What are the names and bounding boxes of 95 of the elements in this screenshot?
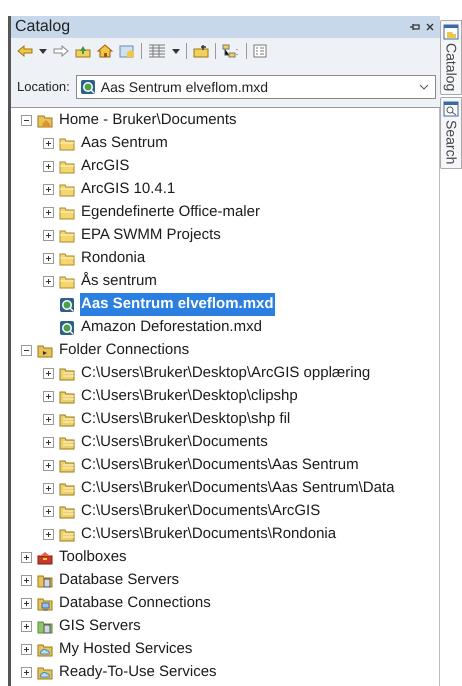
toolbox-icon (37, 550, 53, 566)
folder-icon (59, 204, 75, 220)
expand-icon[interactable] (43, 460, 54, 471)
folder-icon (59, 158, 75, 174)
expand-icon[interactable] (43, 276, 54, 287)
table-view-icon[interactable] (148, 44, 166, 58)
map-document-icon (59, 320, 75, 336)
tree-item[interactable]: C:\Users\Bruker\Desktop\ArcGIS opplæring (80, 362, 372, 385)
map-document-icon (80, 79, 96, 95)
folder-icon (59, 412, 75, 428)
server-folder-icon (37, 618, 53, 634)
cloud-folder-icon (37, 642, 53, 658)
folder-icon (59, 136, 75, 152)
side-tab[interactable]: Catalog (440, 20, 462, 96)
connect-folder-icon[interactable] (193, 44, 209, 58)
tree-item[interactable]: GIS Servers (58, 615, 142, 638)
folder-connections-icon (37, 342, 53, 358)
expand-icon[interactable] (43, 184, 54, 195)
tree-item[interactable]: ArcGIS 10.4.1 (80, 178, 176, 201)
tree-item[interactable]: Aas Sentrum elveflom.mxd (80, 293, 275, 316)
tree-item[interactable]: Folder Connections (58, 339, 190, 362)
window-title: Catalog (15, 17, 72, 37)
cloud-folder-icon (37, 664, 53, 680)
folder-icon (59, 504, 75, 520)
folder-icon (59, 250, 75, 266)
tree-item[interactable]: My Hosted Services (58, 638, 194, 661)
tree-item[interactable]: Rondonia (80, 247, 146, 270)
tree-item[interactable]: C:\Users\Bruker\Desktop\shp fil (80, 408, 292, 431)
dropdown-caret-icon[interactable] (39, 48, 47, 54)
tree-item[interactable]: Ready-To-Use Services (58, 661, 218, 684)
search-window-icon (443, 101, 459, 118)
expand-icon[interactable] (43, 207, 54, 218)
collapse-icon[interactable] (21, 345, 32, 356)
expand-icon[interactable] (43, 391, 54, 402)
tree-item[interactable]: C:\Users\Bruker\Documents\Aas Sentrum\Data (80, 477, 396, 500)
expand-icon[interactable] (21, 644, 32, 655)
home-icon[interactable] (97, 44, 113, 58)
home-folder-icon (37, 112, 53, 128)
back-arrow-icon[interactable] (17, 45, 33, 57)
folder-icon (59, 526, 75, 542)
expand-icon[interactable] (21, 598, 32, 609)
catalog-window-icon (443, 24, 459, 40)
expand-icon[interactable] (43, 483, 54, 494)
expand-icon[interactable] (43, 437, 54, 448)
folder-icon (59, 434, 75, 450)
dropdown-caret-icon[interactable] (419, 84, 429, 90)
expand-icon[interactable] (43, 253, 54, 264)
expand-icon[interactable] (43, 529, 54, 540)
expand-icon[interactable] (43, 414, 54, 425)
folder-icon (59, 480, 75, 496)
tree-item[interactable]: C:\Users\Bruker\Documents\ArcGIS (80, 500, 322, 523)
folder-icon (59, 228, 75, 244)
expand-icon[interactable] (21, 667, 32, 678)
tree-item[interactable]: C:\Users\Bruker\Documents\Aas Sentrum (80, 454, 360, 477)
tree-item[interactable]: Egendefinerte Office-maler (80, 201, 261, 224)
tree-item[interactable]: Database Connections (58, 592, 212, 615)
expand-icon[interactable] (43, 161, 54, 172)
map-document-icon (59, 296, 75, 312)
tree-item[interactable]: Toolboxes (58, 546, 128, 569)
collapse-icon[interactable] (21, 115, 32, 126)
tree-item[interactable]: Ås sentrum (80, 270, 158, 293)
tree-item[interactable]: C:\Users\Bruker\Desktop\clipshp (80, 385, 299, 408)
expand-icon[interactable] (21, 575, 32, 586)
tree-item[interactable]: C:\Users\Bruker\Documents\Rondonia (80, 523, 338, 546)
tree-item[interactable]: Aas Sentrum (80, 132, 169, 155)
tree-item[interactable]: EPA SWMM Projects (80, 224, 222, 247)
database-folder-icon (37, 596, 53, 612)
server-folder-icon (37, 572, 53, 588)
tree-item[interactable]: C:\Users\Bruker\Documents (80, 431, 269, 454)
expand-icon[interactable] (43, 230, 54, 241)
folder-icon (59, 182, 75, 198)
expand-icon[interactable] (21, 621, 32, 632)
expand-icon[interactable] (21, 552, 32, 563)
forward-arrow-icon[interactable] (53, 45, 69, 57)
pin-icon[interactable] (410, 23, 420, 31)
tree-view-icon[interactable] (222, 44, 240, 58)
side-tab[interactable]: Search (440, 97, 462, 169)
folder-icon (59, 458, 75, 474)
tree-item[interactable]: Amazon Deforestation.mxd (80, 316, 263, 339)
up-folder-icon[interactable] (75, 44, 91, 58)
close-icon[interactable] (426, 23, 434, 31)
tree-item[interactable]: ArcGIS (80, 155, 130, 178)
dropdown-caret-icon[interactable] (172, 48, 180, 54)
location-dropdown[interactable]: Aas Sentrum elveflom.mxd (76, 75, 436, 99)
database-folder-icon[interactable] (119, 44, 135, 58)
folder-icon (59, 274, 75, 290)
tree-item[interactable]: Home - Bruker\Documents (58, 109, 238, 132)
list-icon[interactable] (253, 44, 267, 58)
location-label: Location: (17, 78, 70, 96)
expand-icon[interactable] (43, 368, 54, 379)
expand-icon[interactable] (43, 138, 54, 149)
tree-item[interactable]: Database Servers (58, 569, 180, 592)
expand-icon[interactable] (43, 506, 54, 517)
folder-icon (59, 366, 75, 382)
folder-icon (59, 388, 75, 404)
